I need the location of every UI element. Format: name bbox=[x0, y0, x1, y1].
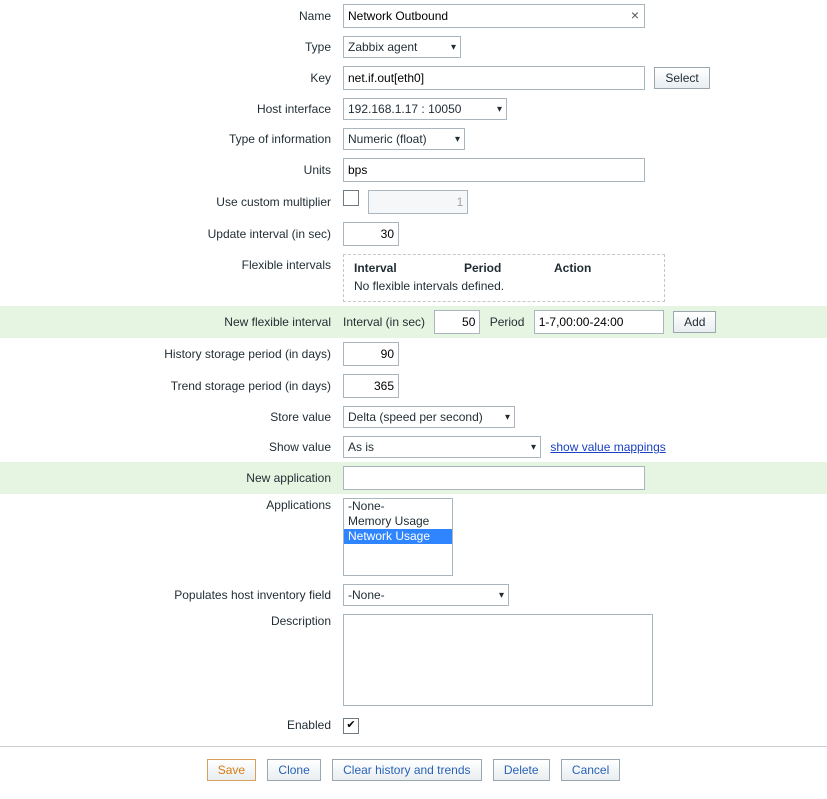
flex-header-action: Action bbox=[554, 261, 624, 275]
applications-listbox[interactable]: -None- Memory Usage Network Usage bbox=[343, 498, 453, 576]
trend-storage-label: Trend storage period (in days) bbox=[0, 370, 337, 402]
update-interval-input[interactable] bbox=[343, 222, 399, 246]
new-flex-interval-input[interactable] bbox=[434, 310, 480, 334]
clear-history-button[interactable]: Clear history and trends bbox=[332, 759, 481, 781]
store-value-select[interactable]: Delta (speed per second) ▾ bbox=[343, 406, 515, 428]
applications-option-selected[interactable]: Network Usage bbox=[344, 529, 452, 544]
enabled-label: Enabled bbox=[0, 713, 337, 738]
flexible-intervals-label: Flexible intervals bbox=[0, 250, 337, 306]
clone-button[interactable]: Clone bbox=[267, 759, 320, 781]
history-storage-input[interactable] bbox=[343, 342, 399, 366]
flex-empty-message: No flexible intervals defined. bbox=[354, 279, 654, 293]
type-label: Type bbox=[0, 32, 337, 62]
add-flex-interval-button[interactable]: Add bbox=[673, 311, 716, 333]
units-input[interactable] bbox=[343, 158, 645, 182]
flexible-intervals-box: Interval Period Action No flexible inter… bbox=[343, 254, 665, 302]
clear-name-icon[interactable]: × bbox=[631, 7, 639, 23]
name-input[interactable] bbox=[343, 4, 645, 28]
host-interface-value: 192.168.1.17 : 10050 bbox=[348, 102, 461, 116]
chevron-down-icon: ▾ bbox=[455, 134, 460, 145]
host-interface-label: Host interface bbox=[0, 94, 337, 124]
chevron-down-icon: ▾ bbox=[497, 104, 502, 115]
save-button[interactable]: Save bbox=[207, 759, 256, 781]
description-label: Description bbox=[0, 610, 337, 713]
applications-label: Applications bbox=[0, 494, 337, 580]
key-label: Key bbox=[0, 62, 337, 94]
flex-header-interval: Interval bbox=[354, 261, 464, 275]
units-label: Units bbox=[0, 154, 337, 186]
custom-multiplier-input[interactable] bbox=[368, 190, 468, 214]
chevron-down-icon: ▾ bbox=[451, 42, 456, 53]
new-application-input[interactable] bbox=[343, 466, 645, 490]
applications-option[interactable]: Memory Usage bbox=[344, 514, 452, 529]
new-flex-interval-label: Interval (in sec) bbox=[343, 315, 425, 329]
new-flex-period-label: Period bbox=[490, 315, 525, 329]
type-select[interactable]: Zabbix agent ▾ bbox=[343, 36, 461, 58]
type-of-information-value: Numeric (float) bbox=[348, 132, 427, 146]
footer-buttons: Save Clone Clear history and trends Dele… bbox=[0, 753, 827, 799]
new-application-label: New application bbox=[0, 462, 337, 494]
populates-inventory-value: -None- bbox=[348, 588, 385, 602]
trend-storage-input[interactable] bbox=[343, 374, 399, 398]
store-value-label: Store value bbox=[0, 402, 337, 432]
select-key-button[interactable]: Select bbox=[654, 67, 709, 89]
store-value-value: Delta (speed per second) bbox=[348, 410, 483, 424]
host-interface-select[interactable]: 192.168.1.17 : 10050 ▾ bbox=[343, 98, 507, 120]
chevron-down-icon: ▾ bbox=[505, 412, 510, 423]
key-input[interactable] bbox=[343, 66, 645, 90]
use-custom-multiplier-label: Use custom multiplier bbox=[0, 186, 337, 218]
chevron-down-icon: ▾ bbox=[531, 442, 536, 453]
separator bbox=[0, 746, 827, 747]
show-value-value: As is bbox=[348, 440, 374, 454]
applications-option[interactable]: -None- bbox=[344, 499, 452, 514]
show-value-select[interactable]: As is ▾ bbox=[343, 436, 541, 458]
update-interval-label: Update interval (in sec) bbox=[0, 218, 337, 250]
new-flex-period-input[interactable] bbox=[534, 310, 664, 334]
type-of-information-label: Type of information bbox=[0, 124, 337, 154]
populates-inventory-label: Populates host inventory field bbox=[0, 580, 337, 610]
chevron-down-icon: ▾ bbox=[499, 590, 504, 601]
show-value-mappings-link[interactable]: show value mappings bbox=[550, 440, 665, 454]
delete-button[interactable]: Delete bbox=[493, 759, 550, 781]
description-textarea[interactable] bbox=[343, 614, 653, 706]
name-label: Name bbox=[0, 0, 337, 32]
type-of-information-select[interactable]: Numeric (float) ▾ bbox=[343, 128, 465, 150]
enabled-checkbox[interactable] bbox=[343, 718, 359, 734]
use-custom-multiplier-checkbox[interactable] bbox=[343, 190, 359, 206]
show-value-label: Show value bbox=[0, 432, 337, 462]
cancel-button[interactable]: Cancel bbox=[561, 759, 620, 781]
new-flexible-interval-label: New flexible interval bbox=[0, 306, 337, 338]
type-select-value: Zabbix agent bbox=[348, 40, 417, 54]
populates-inventory-select[interactable]: -None- ▾ bbox=[343, 584, 509, 606]
history-storage-label: History storage period (in days) bbox=[0, 338, 337, 370]
flex-header-period: Period bbox=[464, 261, 554, 275]
